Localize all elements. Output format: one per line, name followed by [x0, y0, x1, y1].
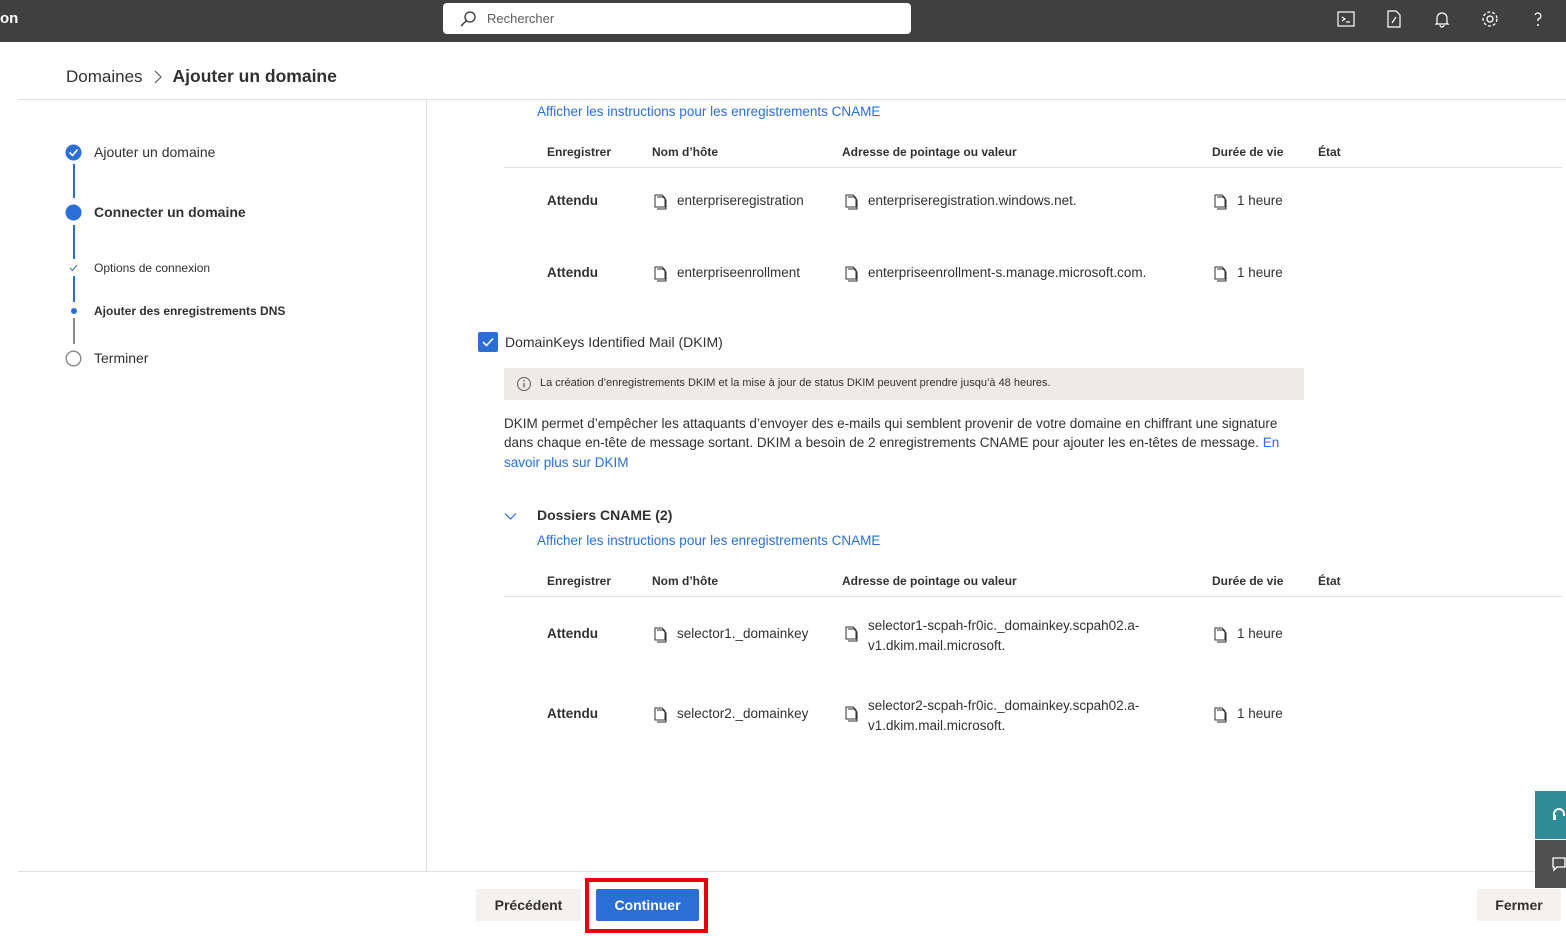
point-value: enterpriseenrollment-s.manage.microsoft.…	[868, 265, 1147, 280]
app-name[interactable]: on	[0, 10, 18, 27]
chat-icon	[1552, 857, 1566, 872]
record-status: Attendu	[547, 265, 598, 280]
breadcrumb-domains[interactable]: Domaines	[66, 67, 143, 87]
page-title: Ajouter un domaine	[172, 66, 337, 86]
dkim-checkbox[interactable]	[478, 332, 498, 352]
col-header-value: Adresse de pointage ou valeur	[842, 574, 1017, 588]
info-message-bar: La création d’enregistrements DKIM et la…	[504, 368, 1304, 400]
previous-button[interactable]: Précédent	[476, 889, 581, 921]
search-box[interactable]: Rechercher	[443, 3, 911, 34]
point-value-line1: selector1-scpah-fr0ic._domainkey.scpah02…	[868, 618, 1140, 633]
substep-add-dns-records: Ajouter des enregistrements DNS	[94, 304, 286, 318]
record-status: Attendu	[547, 706, 598, 721]
col-header-state: État	[1318, 574, 1341, 588]
host-name: selector1._domainkey	[677, 626, 809, 641]
chevron-right-icon	[154, 70, 162, 83]
copy-icon[interactable]	[843, 194, 859, 210]
document-icon[interactable]	[1384, 9, 1404, 29]
substep-connection-options: Options de connexion	[94, 261, 211, 275]
empty-step-icon	[65, 350, 82, 367]
step-connector	[73, 318, 75, 344]
check-circle-icon	[65, 144, 82, 161]
header-divider	[18, 99, 1566, 100]
copy-icon[interactable]	[1212, 707, 1228, 723]
search-icon	[460, 11, 476, 27]
current-substep-dot	[71, 308, 77, 314]
copy-icon[interactable]	[652, 707, 668, 723]
cname-section-title[interactable]: Dossiers CNAME (2)	[537, 507, 672, 523]
copy-icon[interactable]	[843, 266, 859, 282]
highlight-box	[585, 878, 708, 933]
col-header-state: État	[1318, 145, 1341, 159]
support-tab[interactable]	[1535, 791, 1566, 839]
gear-icon[interactable]	[1480, 9, 1500, 29]
terminal-icon[interactable]	[1336, 9, 1356, 29]
col-header-record: Enregistrer	[547, 574, 612, 588]
ttl-value: 1 heure	[1237, 265, 1283, 280]
copy-icon[interactable]	[1212, 627, 1228, 643]
point-value: enterpriseregistration.windows.net.	[868, 193, 1077, 208]
host-name: selector2._domainkey	[677, 706, 809, 721]
chevron-down-icon[interactable]	[504, 512, 517, 521]
help-icon[interactable]	[1528, 9, 1548, 29]
step-connector	[73, 164, 75, 198]
step-finish: Terminer	[94, 350, 149, 366]
copy-icon[interactable]	[843, 626, 859, 642]
top-bar: on Rechercher	[0, 0, 1566, 42]
record-status: Attendu	[547, 193, 598, 208]
step-connector	[73, 225, 75, 259]
dkim-description: DKIM permet d’empêcher les attaquants d’…	[504, 416, 1280, 470]
col-header-ttl: Durée de vie	[1212, 145, 1284, 159]
col-header-ttl: Durée de vie	[1212, 574, 1284, 588]
close-button[interactable]: Fermer	[1477, 889, 1561, 921]
col-header-record: Enregistrer	[547, 145, 612, 159]
footer-divider	[18, 871, 1566, 872]
ttl-value: 1 heure	[1237, 706, 1283, 721]
ttl-value: 1 heure	[1237, 193, 1283, 208]
copy-icon[interactable]	[1212, 266, 1228, 282]
info-icon	[517, 377, 531, 391]
breadcrumb: Domaines Ajouter un domaine	[66, 66, 337, 87]
bell-icon[interactable]	[1432, 9, 1452, 29]
cname-instructions-link[interactable]: Afficher les instructions pour les enreg…	[537, 104, 880, 119]
dkim-checkbox-label: DomainKeys Identified Mail (DKIM)	[505, 334, 723, 350]
host-name: enterpriseenrollment	[677, 265, 801, 280]
host-name: enterpriseregistration	[677, 193, 804, 208]
feedback-tab[interactable]	[1535, 840, 1566, 888]
headset-icon	[1553, 808, 1565, 820]
info-text: La création d’enregistrements DKIM et la…	[540, 377, 1051, 389]
step-connect-domain: Connecter un domaine	[94, 204, 246, 220]
ttl-value: 1 heure	[1237, 626, 1283, 641]
cname-instructions-link[interactable]: Afficher les instructions pour les enreg…	[537, 533, 880, 548]
point-value-line1: selector2-scpah-fr0ic._domainkey.scpah02…	[868, 698, 1140, 713]
point-value-line2: v1.dkim.mail.microsoft.	[868, 718, 1006, 733]
copy-icon[interactable]	[652, 627, 668, 643]
step-add-domain: Ajouter un domaine	[94, 144, 216, 160]
copy-icon[interactable]	[1212, 194, 1228, 210]
sidebar-divider	[426, 100, 427, 871]
copy-icon[interactable]	[652, 266, 668, 282]
search-input[interactable]: Rechercher	[487, 11, 554, 26]
col-header-value: Adresse de pointage ou valeur	[842, 145, 1017, 159]
copy-icon[interactable]	[652, 194, 668, 210]
point-value-line2: v1.dkim.mail.microsoft.	[868, 638, 1006, 653]
copy-icon[interactable]	[843, 706, 859, 722]
step-connector	[73, 276, 75, 302]
checkmark-icon	[482, 337, 494, 347]
current-step-icon	[65, 204, 82, 221]
col-header-host: Nom d’hôte	[652, 574, 718, 588]
table-header-divider	[504, 596, 1562, 597]
table-header-divider	[504, 167, 1562, 168]
record-status: Attendu	[547, 626, 598, 641]
col-header-host: Nom d’hôte	[652, 145, 718, 159]
small-check-icon	[69, 264, 78, 272]
